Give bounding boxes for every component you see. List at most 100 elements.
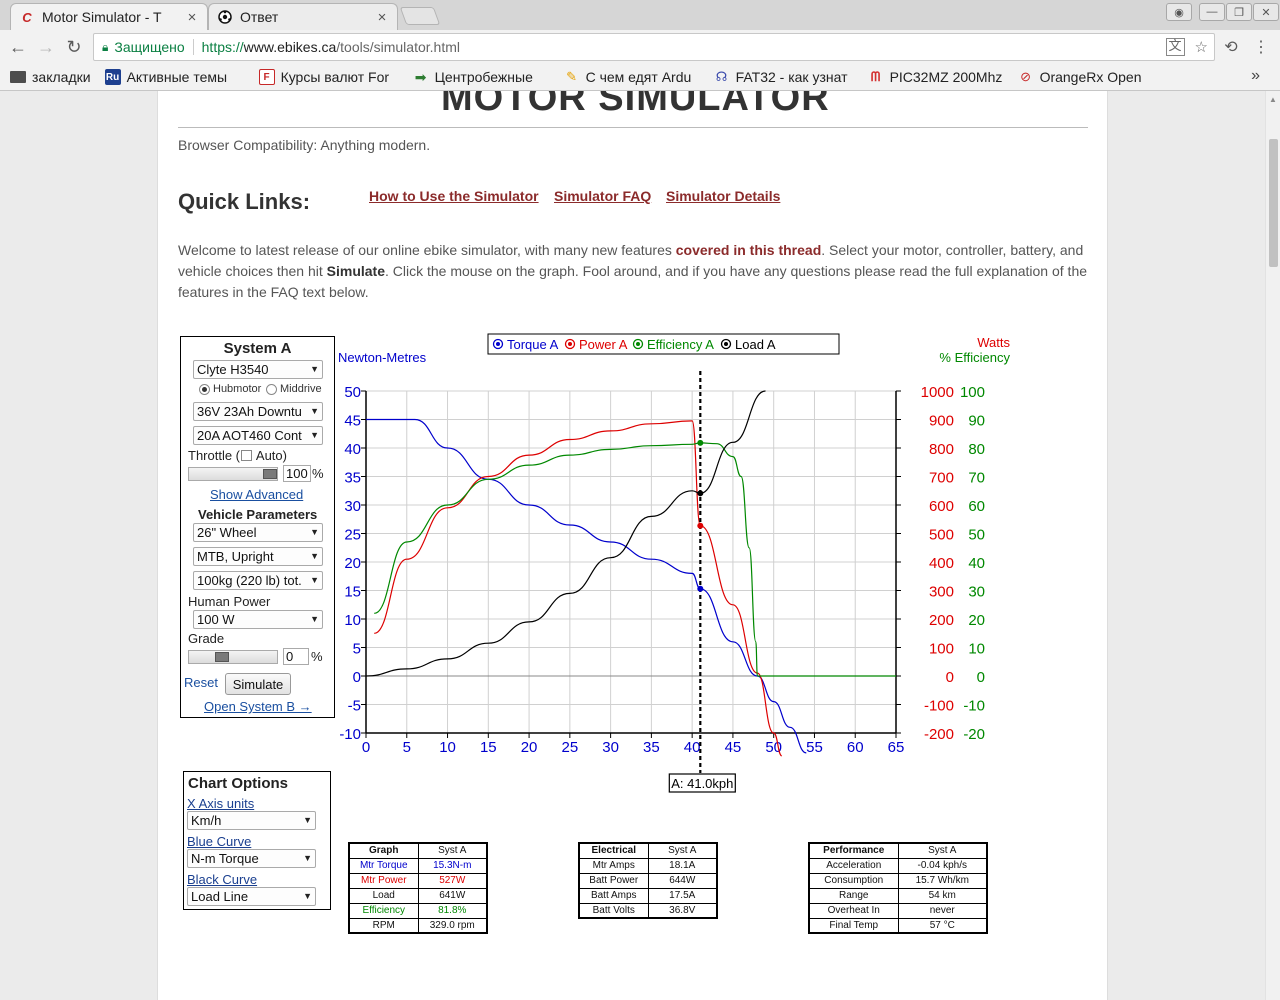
middrive-radio[interactable]: Middrive [266,383,322,395]
bookmark-item[interactable]: ➡ Центробежные [413,69,550,85]
throttle-label: Throttle ( Auto) [188,448,287,463]
tab-otvet[interactable]: Ответ × [208,3,398,30]
bookmark-item[interactable]: ⊘ OrangeRx Open [1018,69,1150,85]
tab-strip: C Motor Simulator - T × Ответ × ◉ — ❐ ✕ [0,0,1280,30]
human-power-select[interactable]: 100 W ▼ [193,610,323,629]
new-tab-button[interactable] [399,7,441,25]
link-details[interactable]: Simulator Details [666,188,780,204]
frame-select[interactable]: MTB, Upright ▼ [193,547,323,566]
x-axis-units-select[interactable]: Km/h ▼ [187,811,316,830]
thread-link[interactable]: covered in this thread [676,242,821,258]
extension-icon[interactable]: ⟲ [1219,35,1243,59]
table-row: Overheat In never [808,902,988,919]
table-row: Acceleration -0.04 kph/s [808,857,988,874]
scrollbar-thumb[interactable] [1269,139,1278,267]
bookmark-item[interactable]: ☊ FAT32 - как узнат [714,69,854,85]
table-cell: Load [348,887,419,904]
reset-link[interactable]: Reset [184,675,218,690]
menu-icon[interactable]: ⋮ [1249,35,1273,59]
efficiency-axis-title: % Efficiency [939,350,1010,365]
human-power-value: 100 W [197,612,235,627]
table-cell: Batt Volts [578,902,649,919]
table-row: Efficiency 81.8% [348,902,488,919]
translate-icon[interactable]: 文 [1165,38,1185,56]
bookmark-item[interactable]: F Курсы валют For [258,69,399,85]
blue-curve-select[interactable]: N-m Torque ▼ [187,849,316,868]
x-tick-label: 55 [806,739,823,756]
bookmark-item[interactable]: закладки [10,69,91,85]
link-faq[interactable]: Simulator FAQ [554,188,651,204]
more-bookmarks-icon[interactable]: » [1251,67,1260,85]
simulator-chart[interactable]: 0 5 10 15 20 25 30 35 40 45 50 55 60 6550454035302520… [335,333,1035,803]
fx-icon: F [258,69,275,85]
y-tick-label: 20 [344,555,361,572]
chevron-down-icon: ▼ [310,551,319,561]
close-tab-icon[interactable]: × [185,9,199,26]
url-path: /tools/simulator.html [336,39,460,55]
watts-tick-label: 0 [946,669,954,686]
back-icon[interactable]: ← [6,35,30,59]
auto-checkbox[interactable] [241,450,253,461]
cursor-marker [697,490,704,497]
table-header-row: Graph Syst A [348,842,488,859]
welcome-p1: Welcome to latest release of our online … [178,242,676,258]
system-a-title: System A [223,340,292,357]
table-cell: never [897,902,988,919]
blue-curve-value: N-m Torque [191,851,259,866]
address-bar[interactable]: 🔒︎ Защищено https:// www.ebikes.ca /tool… [93,33,1215,61]
page-viewport: MOTOR SIMULATOR Browser Compatibility: A… [0,91,1265,1000]
watts-tick-label: 400 [929,555,954,572]
throttle-input[interactable]: 100 [283,465,311,482]
table-header-cell: Syst A [647,842,718,859]
tab-motor-simulator[interactable]: C Motor Simulator - T × [10,3,208,30]
maximize-button[interactable]: ❐ [1226,3,1252,21]
table-row: Batt Amps 17.5A [578,887,718,904]
x-tick-label: 60 [847,739,864,756]
hubmotor-radio[interactable]: Hubmotor [199,383,261,395]
series-torque-a [366,418,807,754]
mass-select[interactable]: 100kg (220 lb) tot. ▼ [193,571,323,590]
profile-icon[interactable]: ◉ [1166,3,1192,21]
close-tab-icon[interactable]: × [375,9,389,26]
black-curve-select[interactable]: Load Line ▼ [187,887,316,906]
controller-select[interactable]: 20A AOT460 Cont ▼ [193,426,323,445]
vertical-scrollbar[interactable]: ▲ [1265,91,1280,1000]
grade-slider[interactable] [188,650,278,664]
reload-icon[interactable]: ↻ [62,35,86,59]
grade-percent: % [311,649,323,664]
open-system-b-link[interactable]: Open System B → [204,699,312,714]
show-advanced-link[interactable]: Show Advanced [210,487,303,502]
bookmark-item[interactable]: ᗰ PIC32MZ 200Mhz [868,69,1004,85]
legend-radio-dot [724,342,728,346]
bookmark-star-icon[interactable]: ☆ [1195,38,1208,56]
efficiency-tick-label: 60 [968,498,985,515]
minimize-button[interactable]: — [1199,3,1225,21]
black-curve-value: Load Line [191,889,249,904]
bookmark-item[interactable]: Ru Активные темы [104,69,245,85]
omnibox-actions: 文 ☆ [1165,38,1208,56]
throttle-slider-knob[interactable] [263,469,277,479]
scroll-up-icon[interactable]: ▲ [1269,95,1277,104]
forward-icon[interactable]: → [34,35,58,59]
motor-select[interactable]: Clyte H3540 ▼ [193,360,323,379]
x-tick-label: 25 [562,739,579,756]
grade-slider-knob[interactable] [215,652,229,662]
table-row: Final Temp 57 °C [808,917,988,934]
link-how-to-use[interactable]: How to Use the Simulator [369,188,539,204]
table-cell: 36.8V [647,902,718,919]
y-tick-label: 0 [353,669,361,686]
efficiency-tick-label: 70 [968,470,985,487]
table-cell: Final Temp [808,917,899,934]
simulate-button[interactable]: Simulate [225,673,291,695]
battery-select[interactable]: 36V 23Ah Downtu ▼ [193,402,323,421]
close-window-button[interactable]: ✕ [1253,3,1279,21]
table-row: RPM 329.0 rpm [348,917,488,934]
wheel-select[interactable]: 26" Wheel ▼ [193,523,323,542]
x-tick-label: 20 [521,739,538,756]
throttle-slider[interactable] [188,467,278,481]
hubmotor-label: Hubmotor [213,383,262,395]
bookmark-item[interactable]: ✎ С чем едят Ardu [564,69,700,85]
soccer-ball-icon [217,9,233,25]
grade-input[interactable]: 0 [283,648,309,665]
x-tick-label: 65 [888,739,905,756]
